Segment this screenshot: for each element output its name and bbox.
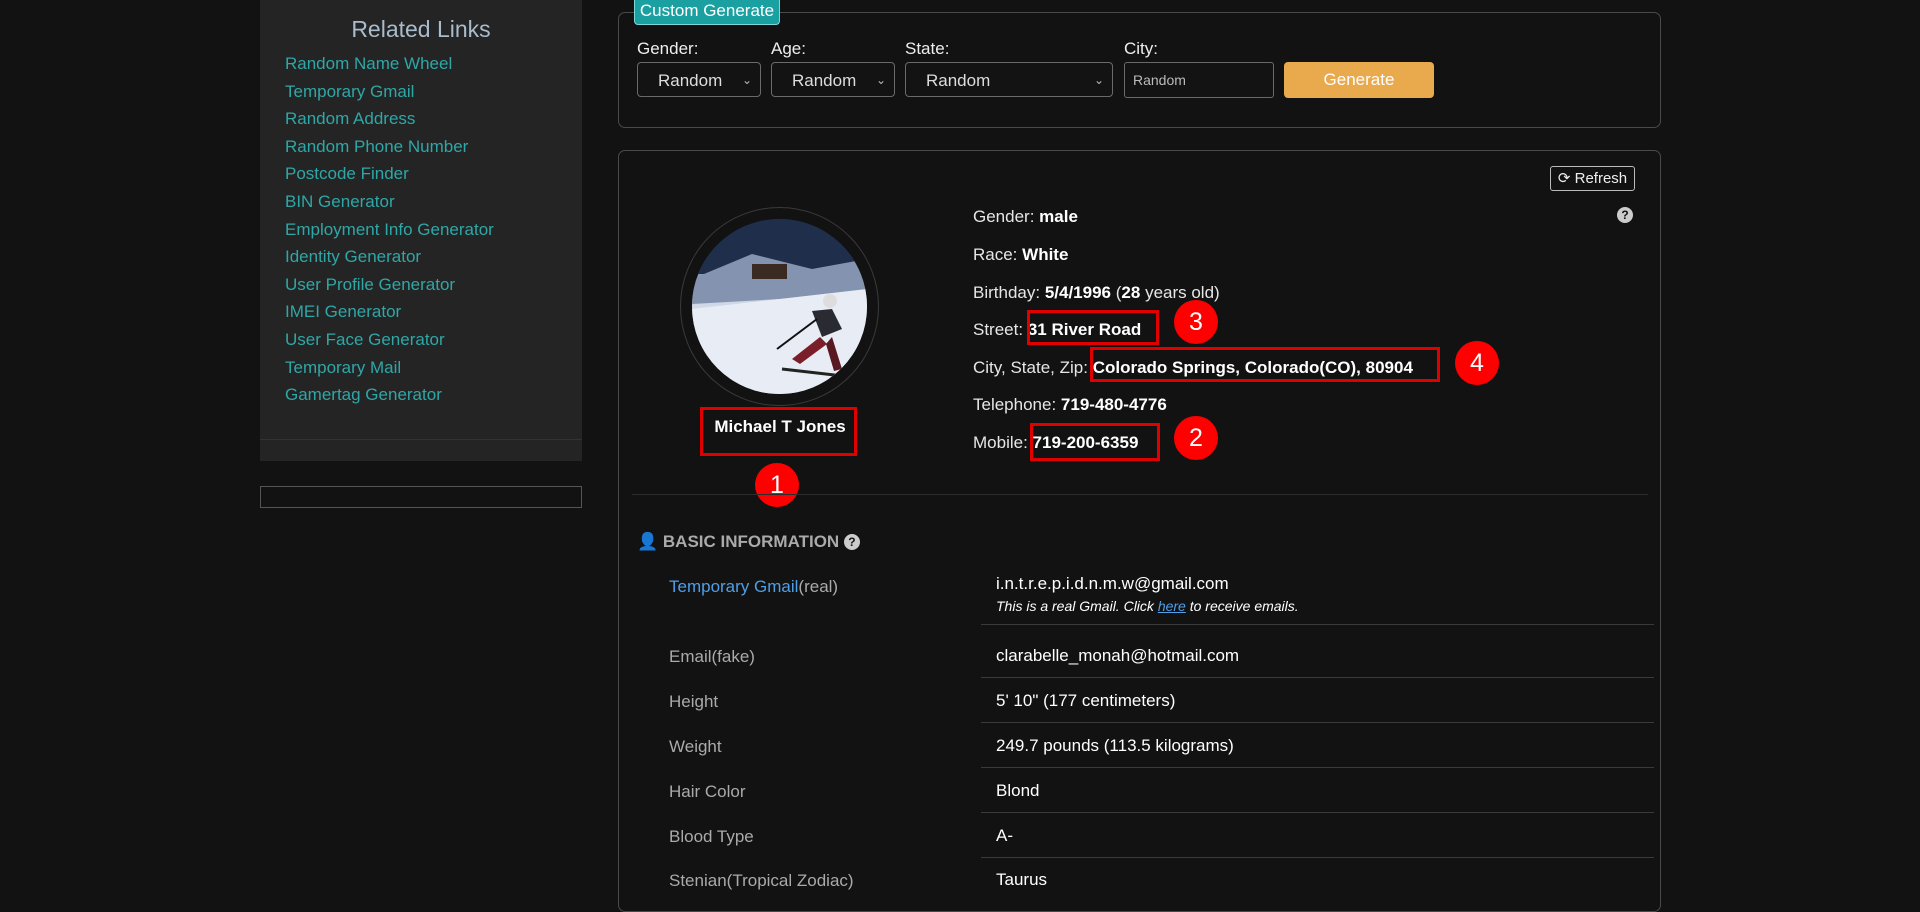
link-employment-info-generator[interactable]: Employment Info Generator [285, 220, 494, 239]
temporary-gmail-suffix: (real) [798, 577, 839, 596]
blood-type-label: Blood Type [669, 827, 754, 846]
weight-label: Weight [669, 737, 722, 756]
row-divider [981, 767, 1654, 768]
refresh-button[interactable]: ⟳ Refresh [1550, 166, 1635, 191]
city-state-zip-label: City, State, Zip: [973, 358, 1088, 377]
gmail-note: This is a real Gmail. Click here to rece… [996, 598, 1299, 614]
avatar-photo [692, 219, 867, 394]
link-user-face-generator[interactable]: User Face Generator [285, 330, 445, 349]
telephone-info: Telephone: 719-480-4776 [973, 395, 1167, 415]
related-links-panel: Related Links Random Name Wheel Temporar… [260, 0, 582, 461]
annotation-badge-1: 1 [755, 463, 799, 507]
chevron-down-icon: ⌄ [1093, 73, 1104, 87]
gmail-value: i.n.t.r.e.p.i.d.n.m.w@gmail.com [996, 574, 1229, 593]
age-select[interactable]: Random ⌄ [771, 62, 895, 97]
annotation-badge-3: 3 [1174, 300, 1218, 344]
age-suffix: years old) [1145, 283, 1220, 302]
link-temporary-gmail[interactable]: Temporary Gmail [285, 82, 414, 101]
city-input[interactable]: Random [1124, 62, 1274, 98]
highlight-box-name [700, 407, 857, 456]
blood-type-value: A- [996, 826, 1013, 845]
age-select-value: Random [792, 71, 857, 90]
sidebar-empty-box [260, 486, 582, 508]
related-links-list: Random Name Wheel Temporary Gmail Random… [285, 53, 494, 412]
gender-label: Gender: [637, 39, 699, 58]
birthday-label: Birthday: [973, 283, 1041, 302]
race-info: Race: White [973, 245, 1068, 265]
row-divider [981, 812, 1654, 813]
mobile-label: Mobile: [973, 433, 1028, 452]
gender-info: Gender: male [973, 207, 1078, 227]
telephone-value: 719-480-4776 [1060, 395, 1167, 414]
link-random-address[interactable]: Random Address [285, 109, 415, 128]
link-identity-generator[interactable]: Identity Generator [285, 247, 421, 266]
custom-generate-tab[interactable]: Custom Generate [634, 0, 780, 25]
skier-photo [692, 219, 867, 394]
link-random-phone-number[interactable]: Random Phone Number [285, 137, 468, 156]
race-info-value: White [1022, 245, 1069, 264]
temporary-gmail-link[interactable]: Temporary Gmail [669, 577, 798, 596]
weight-value: 249.7 pounds (113.5 kilograms) [996, 736, 1234, 755]
zodiac-value: Taurus [996, 870, 1048, 889]
user-icon: 👤 [637, 532, 659, 551]
highlight-box-mobile [1030, 423, 1160, 461]
gender-select[interactable]: Random ⌄ [637, 62, 761, 97]
annotation-badge-2: 2 [1174, 416, 1218, 460]
gmail-here-link[interactable]: here [1158, 598, 1186, 614]
email-label: Email(fake) [669, 647, 755, 666]
basic-information-heading: 👤 BASIC INFORMATION ? [637, 532, 860, 552]
link-random-name-wheel[interactable]: Random Name Wheel [285, 54, 452, 73]
hair-color-value: Blond [996, 781, 1040, 800]
link-temporary-mail[interactable]: Temporary Mail [285, 358, 401, 377]
height-value: 5' 10" (177 centimeters) [996, 691, 1176, 710]
link-imei-generator[interactable]: IMEI Generator [285, 302, 401, 321]
gender-info-label: Gender: [973, 207, 1035, 226]
highlight-box-city [1090, 347, 1440, 382]
divider [260, 439, 582, 440]
chevron-down-icon: ⌄ [741, 73, 752, 87]
height-label: Height [669, 692, 719, 711]
link-postcode-finder[interactable]: Postcode Finder [285, 164, 409, 183]
divider [632, 494, 1648, 495]
chevron-down-icon: ⌄ [875, 73, 886, 87]
link-user-profile-generator[interactable]: User Profile Generator [285, 275, 455, 294]
race-info-label: Race: [973, 245, 1018, 264]
related-links-title: Related Links [351, 16, 491, 42]
email-value: clarabelle_monah@hotmail.com [996, 646, 1240, 665]
hair-color-label: Hair Color [669, 782, 746, 801]
gender-info-value: male [1039, 207, 1078, 226]
temporary-gmail-label: Temporary Gmail(real) [669, 577, 838, 597]
state-select-value: Random [926, 71, 991, 90]
row-divider [981, 624, 1654, 625]
highlight-box-street [1027, 310, 1159, 345]
row-divider [981, 857, 1654, 858]
gender-select-value: Random [658, 71, 723, 90]
street-label: Street: [973, 320, 1024, 339]
row-divider [981, 677, 1654, 678]
state-select[interactable]: Random ⌄ [905, 62, 1113, 97]
zodiac-label: Stenian(Tropical Zodiac) [669, 871, 854, 890]
city-label: City: [1124, 39, 1158, 58]
birthday-info: Birthday: 5/4/1996 (28 years old) [973, 283, 1220, 302]
age-value: 28 [1121, 283, 1141, 302]
help-icon[interactable]: ? [843, 534, 860, 550]
gmail-note-text: This is a real Gmail. Click [996, 598, 1158, 614]
state-label: State: [905, 39, 950, 58]
help-icon[interactable]: ? [1617, 207, 1633, 223]
link-gamertag-generator[interactable]: Gamertag Generator [285, 385, 442, 404]
basic-information-title: BASIC INFORMATION [662, 532, 840, 551]
generate-button[interactable]: Generate [1284, 62, 1434, 98]
refresh-label: Refresh [1574, 170, 1628, 187]
link-bin-generator[interactable]: BIN Generator [285, 192, 395, 211]
birthday-value: 5/4/1996 [1044, 283, 1112, 302]
age-label: Age: [771, 39, 806, 58]
row-divider [981, 722, 1654, 723]
gmail-note-text-end: to receive emails. [1185, 598, 1299, 614]
refresh-icon: ⟳ [1557, 170, 1571, 187]
annotation-badge-4: 4 [1455, 341, 1499, 385]
telephone-label: Telephone: [973, 395, 1057, 414]
